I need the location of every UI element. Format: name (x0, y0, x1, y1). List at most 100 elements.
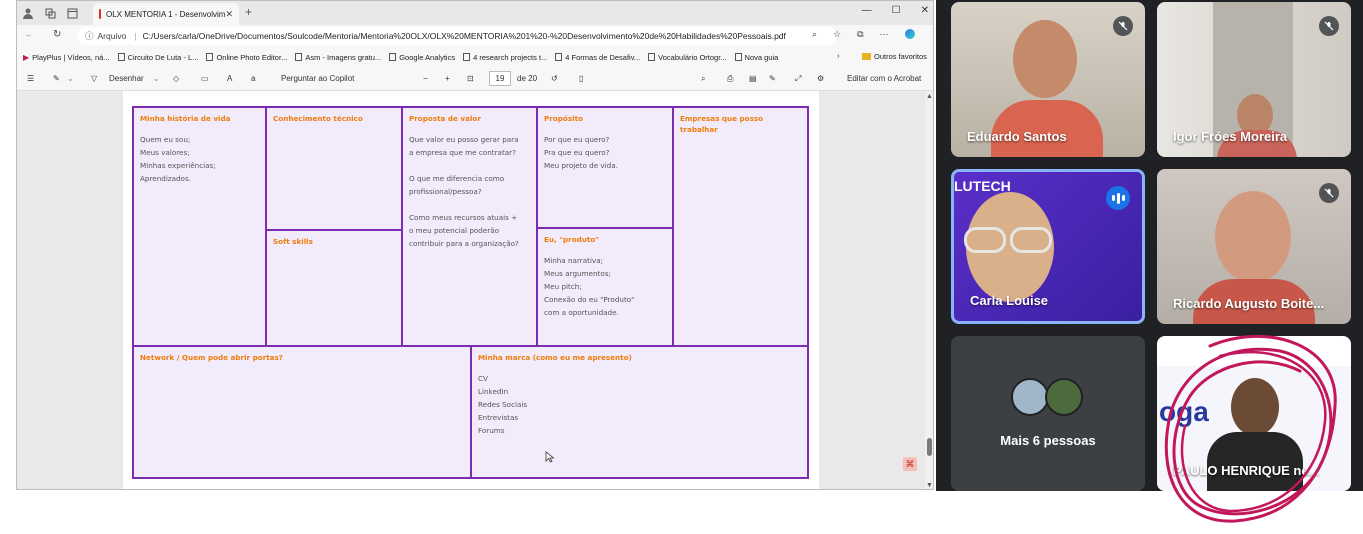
copilot-button[interactable]: Perguntar ao Copilot (281, 74, 354, 83)
cell-title: Empresas que posso trabalhar (680, 114, 764, 134)
page-icon (734, 53, 742, 61)
favorite-item[interactable]: 4 Formas de Desafiv... (555, 53, 640, 62)
page-icon (295, 53, 303, 61)
cell-line: Pra que eu quero? (544, 147, 610, 157)
cell-line: Minha narrativa; (544, 255, 604, 265)
more-menu-icon[interactable]: ⋯ (880, 29, 889, 40)
scroll-thumb[interactable] (927, 438, 932, 456)
participant-tile[interactable]: Ricardo Augusto Boite... (1157, 169, 1351, 324)
scroll-down-icon[interactable]: ▼ (926, 482, 933, 489)
cell-line: LinkedIn (478, 386, 509, 396)
search-icon[interactable]: ⌕ (701, 74, 705, 84)
zoom-icon[interactable]: ⌕ (812, 29, 817, 40)
save-as-icon[interactable]: ✎ (769, 74, 776, 83)
participant-tile[interactable]: Igor Fróes Moreira (1157, 2, 1351, 157)
rotate-icon[interactable]: ↺ (551, 74, 558, 83)
participant-face (1013, 20, 1077, 98)
settings-gear-icon[interactable]: ⚙ (817, 74, 824, 83)
avatar (1045, 378, 1083, 416)
cell-network: Network / Quem pode abrir portas? (132, 345, 472, 479)
favorite-item[interactable]: Google Analytics (389, 53, 455, 62)
favorite-item[interactable]: Asm - Imagens gratu... (295, 53, 381, 62)
cell-line: Entrevistas (478, 412, 519, 422)
workspaces-icon[interactable] (39, 2, 61, 24)
chevron-right-icon[interactable]: › (837, 51, 840, 60)
close-tab-icon[interactable]: ✕ (225, 9, 233, 20)
cell-line: profissional/pessoa? (409, 186, 482, 196)
fullscreen-icon[interactable]: ⤢ (795, 74, 801, 84)
minimize-icon[interactable]: — (862, 5, 872, 16)
favorite-item[interactable]: Nova guia (734, 53, 778, 62)
acrobat-icon[interactable]: ⌘ (903, 457, 917, 471)
url-text: C:/Users/carla/OneDrive/Documentos/Soulc… (142, 31, 786, 41)
favorite-item[interactable]: Vocabulário Ortogr... (648, 53, 727, 62)
more-participants-tile[interactable]: Mais 6 pessoas (951, 336, 1145, 491)
cell-line: Quem eu sou; (140, 134, 191, 144)
participant-tile[interactable]: LUTECH Carla Louise (951, 169, 1145, 324)
favorite-star-icon[interactable]: ☆ (833, 29, 841, 40)
read-aloud-icon[interactable]: a (251, 74, 255, 83)
back-icon[interactable]: ← (25, 30, 33, 39)
page-total: de 20 (517, 74, 538, 83)
chevron-down-icon[interactable]: ⌄ (153, 74, 160, 83)
close-window-icon[interactable]: ✕ (921, 5, 929, 16)
window-controls: — ☐ ✕ (862, 5, 929, 16)
cell-produto: Eu, "produto" Minha narrativa; Meus argu… (536, 227, 674, 347)
fit-page-icon[interactable]: ⊡ (467, 74, 474, 83)
page-icon (463, 53, 471, 61)
contents-icon[interactable]: ☰ (27, 74, 34, 83)
cell-line: Como meus recursos atuais + (409, 212, 518, 222)
favorite-item[interactable]: Online Photo Editor... (206, 53, 287, 62)
participant-tile[interactable]: Eduardo Santos (951, 2, 1145, 157)
tab-title: OLX MENTORIA 1 - Desenvolvim (106, 9, 226, 19)
pdf-viewport[interactable]: Minha história de vida Quem eu sou; Meus… (17, 91, 933, 489)
page-icon (117, 53, 125, 61)
favorites-bar: ▶ PlayPlus | Vídeos, ná... Circuito De L… (17, 47, 933, 67)
favorite-item[interactable]: Circuito De Luta - L... (117, 53, 198, 62)
zoom-out-icon[interactable]: − (423, 74, 428, 83)
chevron-down-icon[interactable]: ⌄ (67, 74, 74, 83)
page-view-icon[interactable]: ▯ (579, 74, 583, 83)
new-tab-icon[interactable]: + (245, 5, 252, 19)
cell-proposta: Proposta de valor Que valor eu posso ger… (401, 106, 538, 347)
cell-proposito: Propósito Por que eu quero? Pra que eu q… (536, 106, 674, 229)
address-bar-actions: ⌕ ☆ ⧉ ⋯ (812, 29, 915, 40)
scroll-up-icon[interactable]: ▲ (926, 93, 933, 100)
favorite-item[interactable]: PlayPlus | Vídeos, ná... (32, 53, 109, 62)
zoom-in-icon[interactable]: + (445, 74, 450, 83)
highlight-icon[interactable]: ✎ (53, 74, 60, 83)
print-icon[interactable]: ⎙ (727, 74, 733, 84)
cell-line: Conexão do eu "Produto" (544, 294, 635, 304)
pdf-file-icon (99, 9, 101, 19)
cell-title: Conhecimento técnico (273, 114, 363, 123)
folder-icon (862, 53, 871, 60)
cell-line: CV (478, 373, 488, 383)
refresh-icon[interactable]: ↻ (53, 29, 61, 40)
draw-icon[interactable]: ▽ (91, 74, 97, 83)
playplus-icon: ▶ (23, 52, 30, 62)
address-bar-row: ← ↻ ⓘ Arquivo | C:/Users/carla/OneDrive/… (17, 25, 933, 47)
text-size-icon[interactable]: A (227, 74, 232, 83)
cell-line: com a oportunidade. (544, 307, 619, 317)
text-box-icon[interactable]: ▭ (201, 74, 209, 83)
collections-icon[interactable]: ⧉ (857, 29, 863, 40)
cell-soft-skills: Soft skills (265, 229, 403, 347)
vertical-scrollbar[interactable]: ▲ ▼ (925, 91, 933, 489)
cell-line: Forums (478, 425, 505, 435)
draw-button[interactable]: Desenhar (109, 74, 144, 83)
maximize-icon[interactable]: ☐ (892, 5, 901, 16)
eraser-icon[interactable]: ◇ (173, 74, 179, 83)
cell-title: Minha marca (como eu me apresento) (478, 353, 632, 362)
tab-actions-icon[interactable] (61, 2, 83, 24)
other-favorites[interactable]: Outros favoritos (862, 52, 927, 61)
pdf-page: Minha história de vida Quem eu sou; Meus… (123, 91, 819, 489)
favorite-item[interactable]: 4 research projects t... (463, 53, 547, 62)
info-icon: ⓘ (85, 31, 94, 41)
edit-acrobat-button[interactable]: Editar com o Acrobat (847, 74, 921, 83)
copilot-icon[interactable] (904, 29, 915, 39)
address-field[interactable]: ⓘ Arquivo | C:/Users/carla/OneDrive/Docu… (77, 27, 837, 45)
tab-pdf[interactable]: OLX MENTORIA 1 - Desenvolvim ✕ (93, 3, 239, 25)
page-number-input[interactable]: 19 (489, 71, 511, 86)
profile-icon[interactable] (17, 2, 39, 24)
save-icon[interactable]: ▤ (749, 74, 757, 83)
